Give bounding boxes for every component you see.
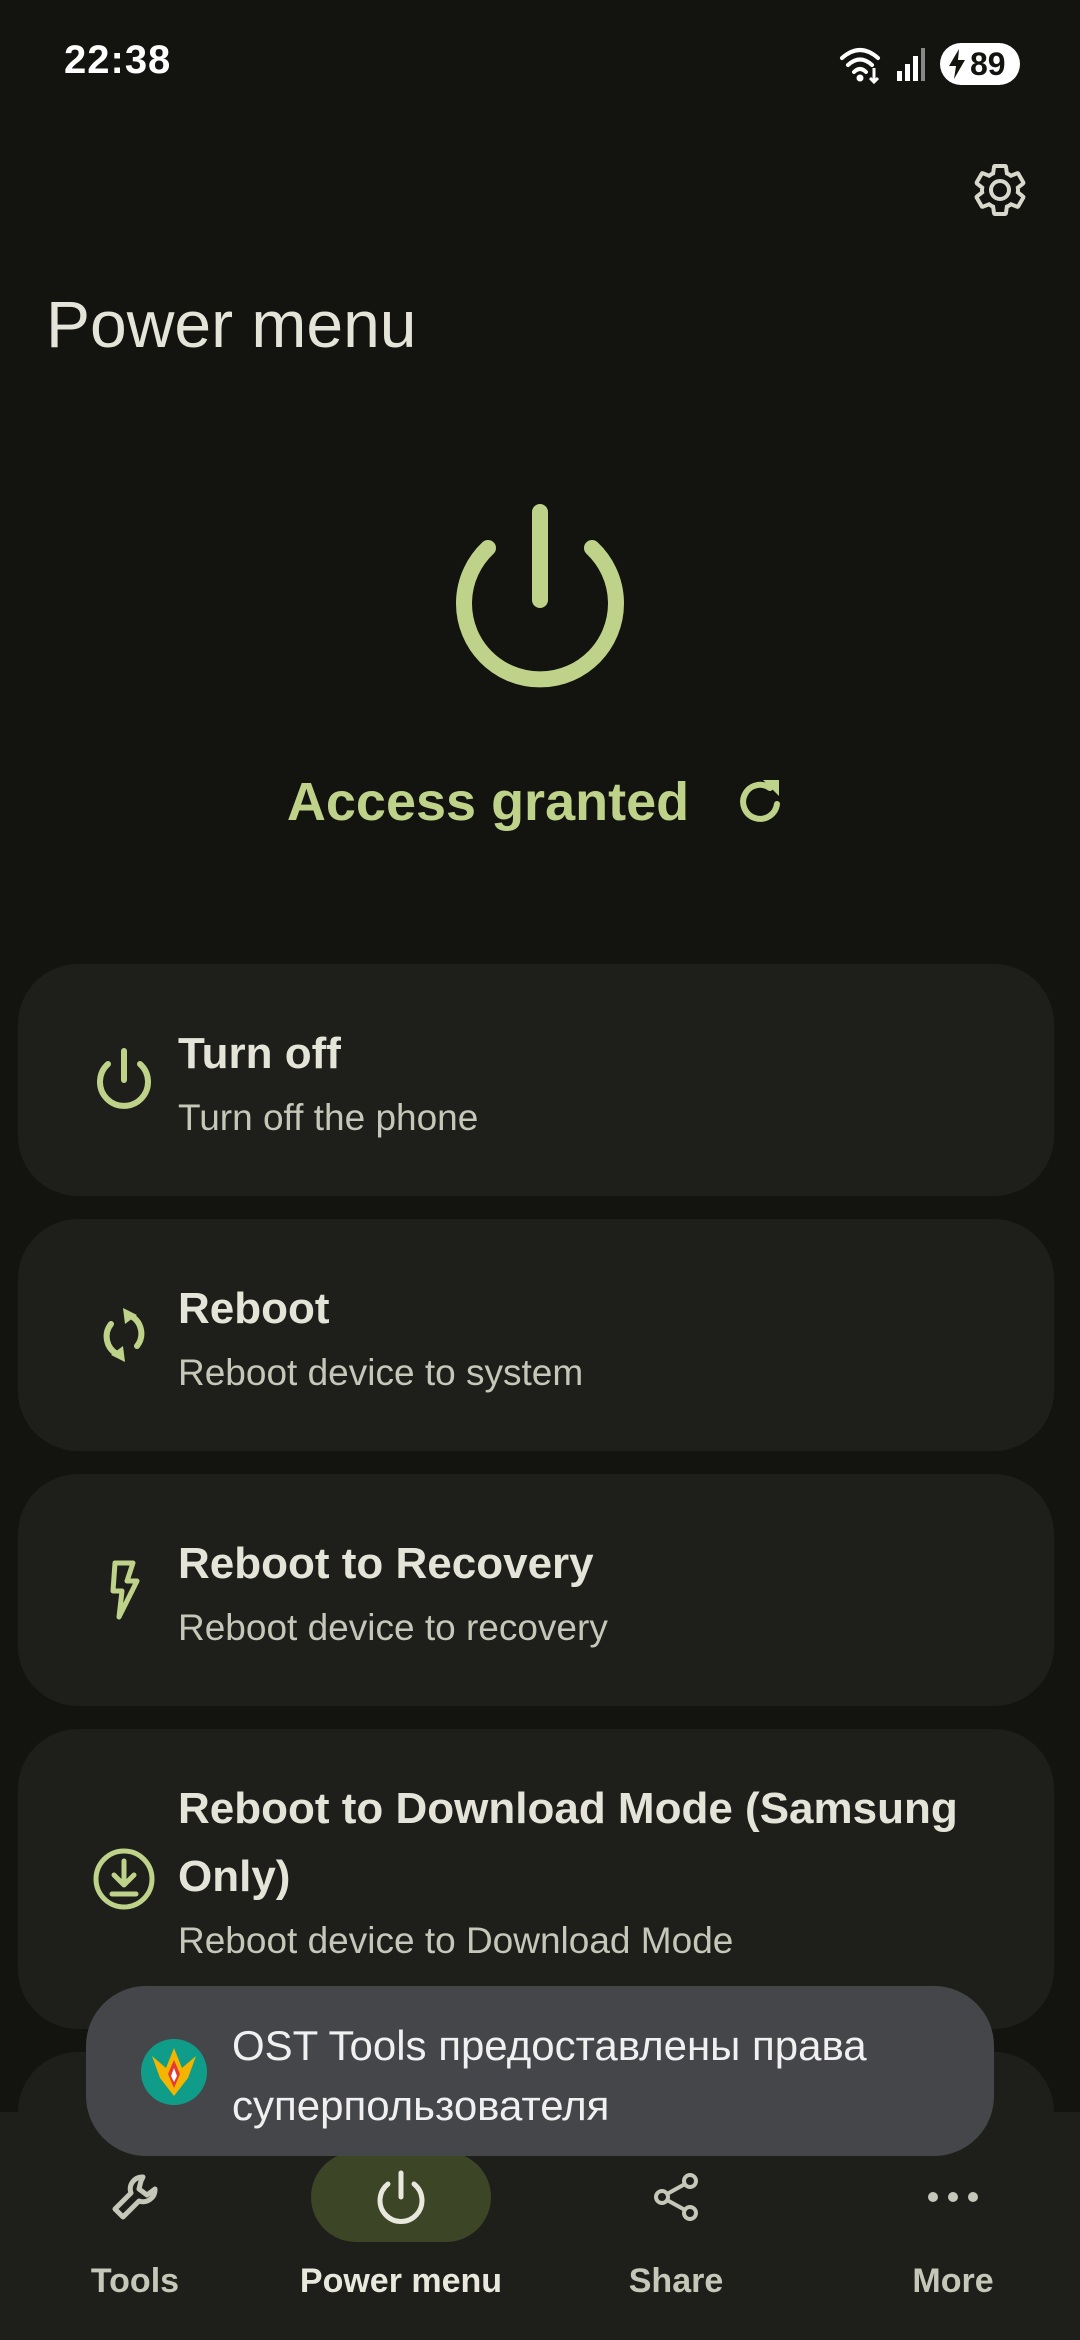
signal-icon: [897, 48, 925, 81]
action-reboot-recovery[interactable]: Reboot to Recovery Reboot device to reco…: [18, 1474, 1054, 1706]
status-bar: 22:38 89: [0, 0, 1080, 130]
wrench-icon: [45, 2152, 225, 2242]
action-turn-off[interactable]: Turn off Turn off the phone: [18, 964, 1054, 1196]
nav-label: Power menu: [299, 2262, 503, 2300]
action-subtitle: Reboot device to system: [178, 1352, 584, 1393]
nav-label: More: [912, 2262, 994, 2300]
status-time: 22:38: [64, 38, 172, 82]
page-title: Power menu: [46, 287, 417, 361]
share-icon: [586, 2152, 766, 2242]
status-icons: 89: [838, 40, 1020, 88]
nav-label: Tools: [90, 2262, 180, 2300]
lightning-icon: [74, 1540, 174, 1640]
download-icon: [74, 1829, 174, 1929]
reboot-icon: [74, 1285, 174, 1385]
action-title: Reboot: [178, 1284, 330, 1333]
refresh-icon: [740, 780, 781, 822]
action-title: Reboot to Recovery: [178, 1539, 594, 1588]
action-title: Turn off: [178, 1029, 341, 1078]
magisk-app-icon: [141, 2039, 207, 2105]
power-icon: [74, 1030, 174, 1130]
more-icon: [863, 2152, 1043, 2242]
gear-icon: [974, 164, 1026, 216]
action-subtitle: Reboot device to Download Mode: [178, 1920, 734, 1961]
action-reboot-download[interactable]: Reboot to Download Mode (Samsung Only) R…: [18, 1729, 1054, 2029]
settings-button[interactable]: [960, 150, 1040, 230]
action-title: Reboot to Download Mode (Samsung Only): [178, 1784, 958, 1901]
access-status-row: Access granted: [0, 770, 1080, 834]
action-subtitle: Turn off the phone: [178, 1097, 479, 1138]
access-status-text: Access granted: [286, 772, 690, 832]
battery-indicator: 89: [940, 43, 1020, 85]
refresh-button[interactable]: [729, 770, 793, 834]
battery-level: 89: [970, 45, 1006, 82]
charging-bolt-icon: [949, 49, 965, 79]
action-subtitle: Reboot device to recovery: [178, 1607, 608, 1648]
wifi-icon: [840, 48, 880, 84]
toast-notification: OST Tools предоставлены права суперпольз…: [86, 1986, 994, 2156]
action-reboot[interactable]: Reboot Reboot device to system: [18, 1219, 1054, 1451]
nav-label: Share: [628, 2262, 724, 2300]
power-status-icon: [456, 504, 624, 688]
toast-message: OST Tools предоставлены права суперпольз…: [232, 2022, 867, 2129]
power-icon: [311, 2152, 491, 2242]
